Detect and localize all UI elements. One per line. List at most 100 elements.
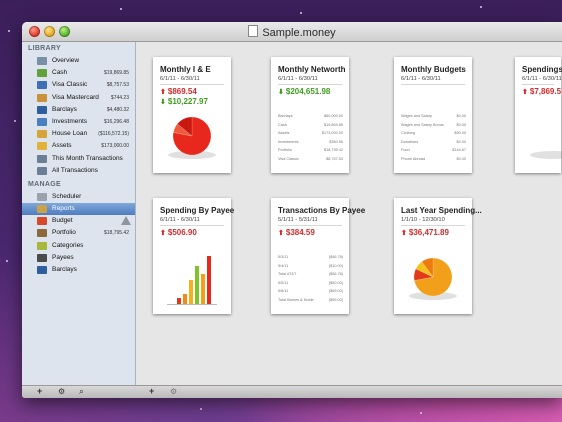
report-date-range: 6/1/11 - 6/30/11	[401, 76, 441, 82]
report-title: Monthly Networth	[278, 65, 346, 74]
report-row: Wages and Salary $0.00	[401, 112, 466, 121]
sidebar-item-budget[interactable]: Budget	[22, 215, 135, 227]
row-label: Portfolio	[278, 148, 292, 152]
sidebar-item-all-transactions[interactable]: All Transactions	[22, 165, 135, 177]
report-card-spendings[interactable]: Spendings 6/1/11 - 6/30/11 ⬆ $7,869.5	[515, 57, 562, 173]
row-value: $18,795.42	[323, 148, 343, 152]
report-amount: ⬇ $204,651.98	[278, 87, 330, 96]
report-card-last-year-spending[interactable]: Last Year Spending... 1/1/10 - 12/30/10 …	[394, 198, 482, 314]
report-card-spending-by-payee[interactable]: Spending By Payee 6/1/11 - 6/30/11 ⬆ $506…	[153, 198, 235, 314]
report-amount-value: $36,471.89	[408, 228, 449, 237]
sidebar-item-balance: ($116,572.15)	[98, 131, 129, 138]
report-title: Monthly I & E	[160, 65, 211, 74]
sidebar-item-label: House Loan	[52, 130, 88, 138]
sidebar-item-barclays[interactable]: Barclays $4,480.32	[22, 104, 135, 116]
person-icon	[37, 253, 47, 262]
sidebar-item-label: Categories	[52, 241, 84, 249]
sidebar-item-house-loan[interactable]: House Loan ($116,572.15)	[22, 128, 135, 140]
sidebar-item-balance: $19,869.85	[103, 70, 129, 77]
report-title: Last Year Spending...	[401, 206, 482, 215]
reports-icon	[37, 205, 47, 214]
report-card-monthly-networth[interactable]: Monthly Networth 6/1/11 - 6/30/11 ⬇ $204,…	[271, 57, 349, 173]
bottom-toolbar: + ⚙ ⌕ + ⚙	[22, 385, 562, 398]
row-value: $8,757.53	[326, 156, 343, 161]
report-row: Food $144.67	[401, 146, 466, 155]
bar-chart	[167, 256, 217, 305]
bank-icon	[37, 266, 47, 274]
report-amount: ⬆ $506.90	[160, 228, 197, 237]
sidebar-item-overview[interactable]: Overview	[22, 55, 135, 67]
row-label: Phone Abroad	[401, 156, 426, 161]
bank-icon	[37, 105, 47, 114]
search-icon[interactable]: ⌕	[79, 386, 84, 397]
arrow-up-icon: ⬆	[522, 89, 528, 96]
add-icon[interactable]: +	[37, 386, 42, 397]
sidebar-item-label: Barclays	[52, 266, 77, 273]
sidebar-item-scheduler[interactable]: Scheduler	[22, 191, 135, 203]
pie-chart	[409, 257, 457, 300]
sidebar-item-balance: $8,757.53	[106, 82, 129, 89]
clock-icon	[37, 192, 47, 201]
categories-icon	[37, 241, 47, 250]
report-card-transactions-by-payee[interactable]: Transactions By Payee 5/1/11 - 5/31/11 ⬆…	[271, 198, 365, 314]
row-label: Food	[401, 148, 410, 152]
arrow-up-icon: ⬆	[160, 230, 166, 237]
sidebar-item-this-month-transactions[interactable]: This Month Transactions	[22, 153, 135, 165]
add-report-icon[interactable]: +	[149, 386, 154, 397]
row-value: $60,000.00	[323, 114, 343, 118]
sidebar-item-label: This Month Transactions	[52, 154, 123, 162]
sidebar: LIBRARY Overview Cash $19,869.85 Visa Class…	[22, 42, 136, 386]
sidebar-item-label: Visa Classic	[52, 81, 88, 89]
report-row: 5/8/11 ($99.00)	[278, 287, 343, 296]
app-window: Sample.money LIBRARY Overview Cash $19,869…	[22, 22, 562, 398]
manage-list: Scheduler Reports Budget Portfolio $18,795.4…	[22, 191, 135, 276]
report-date-range: 1/1/10 - 12/30/10	[401, 217, 445, 223]
sidebar-item-categories[interactable]: Categories	[22, 240, 135, 252]
divider	[278, 225, 342, 226]
gear-icon[interactable]: ⚙	[58, 386, 65, 397]
row-value: $360.56	[329, 139, 343, 144]
pie-chart	[168, 116, 216, 159]
window-title-text: Sample.money	[262, 27, 336, 39]
sidebar-item-payees[interactable]: Payees	[22, 252, 135, 264]
warning-icon	[121, 216, 131, 226]
report-row: Portfolio $18,795.42	[278, 146, 343, 155]
overview-icon	[37, 57, 47, 65]
sidebar-item-reports[interactable]: Reports	[22, 203, 135, 216]
sidebar-item-label: Portfolio	[52, 229, 76, 237]
row-label: Visa Classic	[278, 156, 299, 161]
sidebar-item-visa-classic[interactable]: Visa Classic $8,757.53	[22, 79, 135, 91]
report-gear-icon[interactable]: ⚙	[170, 386, 177, 397]
report-rows: Barclays $60,000.00 Cash $19,869.85 Assets $1…	[278, 112, 343, 163]
smart-folder-icon	[37, 166, 47, 175]
report-card-monthly-i-e[interactable]: Monthly I & E 6/1/11 - 6/30/11 ⬆ $869.54 ⬇…	[153, 57, 231, 173]
row-label: Cash	[278, 122, 287, 127]
sidebar-item-cash[interactable]: Cash $19,869.85	[22, 67, 135, 79]
portfolio-icon	[37, 229, 47, 238]
sidebar-item-visa-mastercard[interactable]: Visa Mastercard $744.23	[22, 92, 135, 104]
smart-folder-icon	[37, 154, 47, 163]
report-title: Spending By Payee	[160, 206, 235, 215]
star	[420, 412, 422, 414]
report-row: Total AT&T ($56.78)	[278, 270, 343, 279]
divider	[401, 225, 465, 226]
sidebar-item-investments[interactable]: Investments $16,296.48	[22, 116, 135, 128]
cash-icon	[37, 69, 47, 78]
star	[14, 120, 16, 122]
investments-icon	[37, 117, 47, 126]
star	[480, 6, 482, 8]
title-bar: Sample.money	[22, 22, 562, 42]
sidebar-item-barclays[interactable]: Barclays	[22, 264, 135, 276]
report-amount-value: $7,869.5	[529, 87, 562, 96]
report-row: Investments $360.56	[278, 138, 343, 147]
sidebar-item-assets[interactable]: Assets $173,000.00	[22, 140, 135, 152]
sidebar-item-portfolio[interactable]: Portfolio $18,795.42	[22, 227, 135, 239]
divider	[160, 225, 224, 226]
report-amount-value: $204,651.98	[285, 87, 331, 96]
window-title: Sample.money	[22, 25, 562, 39]
report-rows: 5/3/11 ($46.78) 5/4/11 ($10.00) Total AT&T ($…	[278, 253, 343, 304]
report-card-monthly-budgets[interactable]: Monthly Budgets 6/1/11 - 6/30/11 Wages a…	[394, 57, 472, 173]
row-value: ($46.78)	[328, 255, 343, 259]
bar	[183, 294, 187, 304]
arrow-up-icon: ⬆	[278, 230, 284, 237]
